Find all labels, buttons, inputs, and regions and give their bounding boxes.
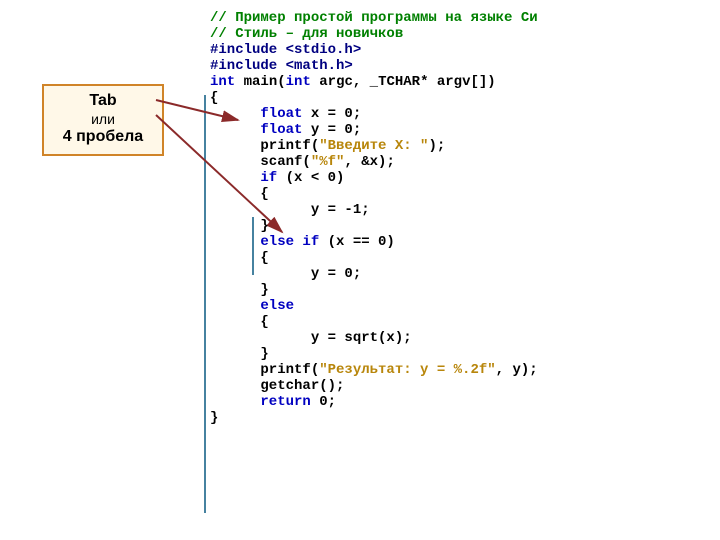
code-line: y = sqrt(x); (210, 330, 412, 346)
code-line: printf( (210, 138, 319, 154)
indent-guide-1 (204, 95, 206, 513)
code-line: } (210, 346, 269, 362)
code-line: } (210, 218, 269, 234)
callout-line2: или (48, 110, 158, 128)
code-line: #include (210, 42, 286, 58)
code-line: else if (210, 234, 328, 250)
code-line: return (210, 394, 319, 410)
code-line: // Стиль – для новичков (210, 26, 403, 42)
code-line: float (210, 122, 302, 138)
code-line: } (210, 282, 269, 298)
callout-line3: 4 пробела (48, 128, 158, 146)
code-line: else (210, 298, 294, 314)
code-line: y = 0; (210, 266, 361, 282)
callout-line1: Tab (48, 92, 158, 110)
code-line: } (210, 410, 218, 426)
code-line: { (210, 314, 269, 330)
code-line: y = -1; (210, 202, 370, 218)
code-line: float (210, 106, 302, 122)
code-line: { (210, 90, 218, 106)
code-line: scanf( (210, 154, 311, 170)
code-block: // Пример простой программы на языке Си … (210, 10, 538, 426)
code-line: { (210, 250, 269, 266)
code-line: int (210, 74, 235, 90)
code-line: getchar(); (210, 378, 344, 394)
code-line: if (210, 170, 286, 186)
callout-tab: Tab или 4 пробела (42, 84, 164, 156)
code-line: printf( (210, 362, 319, 378)
code-line: // Пример простой программы на языке Си (210, 10, 538, 26)
code-line: { (210, 186, 269, 202)
code-line: #include (210, 58, 286, 74)
